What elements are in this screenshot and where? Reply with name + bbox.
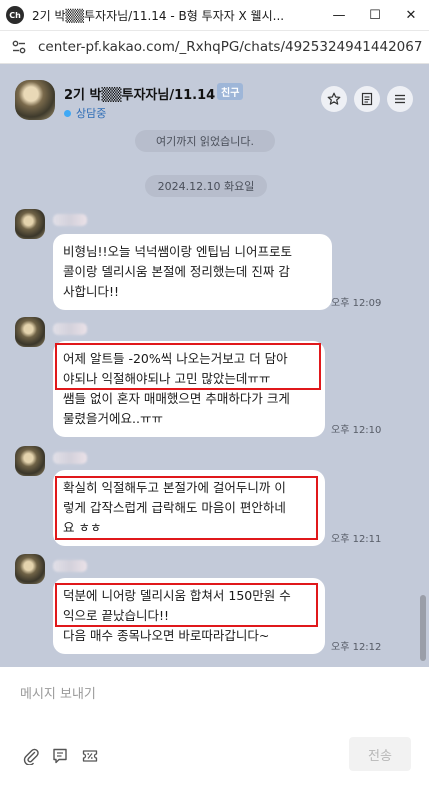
coupon-icon: [82, 750, 98, 762]
sender-avatar[interactable]: [15, 317, 45, 347]
minimize-button[interactable]: —: [321, 0, 357, 31]
chat-partner-name: 2기 박▒▒투자자님/11.14: [64, 88, 216, 103]
message-line: 사합니다!!: [63, 284, 120, 299]
maximize-button[interactable]: ☐: [357, 0, 393, 31]
star-icon: [327, 92, 341, 105]
status-label: 상담중: [76, 107, 107, 120]
notes-button[interactable]: [354, 86, 380, 112]
sender-name-redacted: [53, 214, 87, 226]
favorite-button[interactable]: [321, 86, 347, 112]
sender-avatar[interactable]: [15, 554, 45, 584]
app-icon: Ch: [6, 6, 24, 24]
message-time: 오후 12:12: [331, 642, 382, 653]
send-button[interactable]: 전송: [349, 737, 411, 771]
quick-reply-button[interactable]: [50, 746, 70, 766]
date-divider: 2024.12.10 화요일: [145, 175, 267, 197]
chat-header: 2기 박▒▒투자자님/11.14 친구 상담중: [0, 64, 429, 130]
window-title: 2기 박▒▒투자자님/11.14 - B형 투자자 X 웰시...: [32, 8, 285, 23]
window-controls: — ☐ ✕: [321, 0, 429, 31]
paperclip-icon: [23, 748, 39, 765]
quick-reply-icon: [53, 748, 67, 764]
close-button[interactable]: ✕: [393, 0, 429, 31]
message-line: 쌤들 없이 혼자 매매했으면 추매하다가 크게: [63, 391, 290, 406]
message-line: 다음 매수 종목나오면 바로따라갑니다~: [63, 628, 270, 643]
sender-avatar[interactable]: [15, 209, 45, 239]
message-input[interactable]: 메시지 보내기: [20, 683, 96, 702]
sender-name-redacted: [53, 452, 87, 464]
message-line: 물렸을거에요..ㅠㅠ: [63, 411, 163, 426]
sender-name-redacted: [53, 560, 87, 572]
highlight-box: [55, 583, 318, 627]
message-time: 오후 12:10: [331, 425, 382, 436]
attach-button[interactable]: [21, 746, 41, 766]
friend-badge: 친구: [217, 83, 244, 100]
coupon-button[interactable]: [80, 746, 100, 766]
message-line: 콜이랑 델리시움 본절에 정리했는데 진짜 감: [63, 264, 290, 279]
message-line: 비형님!!오늘 넉넉쌤이랑 엔팁님 니어프로토: [63, 244, 292, 259]
scrollbar-track[interactable]: [419, 130, 427, 667]
url-text[interactable]: center-pf.kakao.com/_RxhqPG/chats/492532…: [38, 39, 423, 55]
read-marker: 여기까지 읽었습니다.: [135, 130, 275, 152]
message-bubble[interactable]: 비형님!!오늘 넉넉쌤이랑 엔팁님 니어프로토 콜이랑 델리시움 본절에 정리했…: [53, 234, 332, 310]
document-icon: [361, 92, 373, 106]
sender-avatar[interactable]: [15, 446, 45, 476]
site-info-icon[interactable]: [10, 38, 28, 56]
status-dot-icon: [64, 109, 71, 117]
address-bar[interactable]: center-pf.kakao.com/_RxhqPG/chats/492532…: [0, 31, 429, 64]
window-titlebar: Ch 2기 박▒▒투자자님/11.14 - B형 투자자 X 웰시... — ☐…: [0, 0, 429, 31]
highlight-box: [55, 343, 321, 390]
message-time: 오후 12:11: [331, 534, 382, 545]
profile-avatar[interactable]: [15, 80, 55, 120]
highlight-box: [55, 476, 318, 540]
menu-button[interactable]: [387, 86, 413, 112]
message-composer: 메시지 보내기 전송: [0, 667, 429, 785]
message-time: 오후 12:09: [331, 298, 382, 309]
sender-name-redacted: [53, 323, 87, 335]
scrollbar-thumb[interactable]: [420, 595, 426, 661]
menu-icon: [395, 94, 405, 104]
consult-status[interactable]: 상담중: [64, 105, 106, 121]
chat-messages-area[interactable]: 여기까지 읽었습니다. 2024.12.10 화요일 비형님!!오늘 넉넉쌤이랑…: [0, 130, 429, 667]
